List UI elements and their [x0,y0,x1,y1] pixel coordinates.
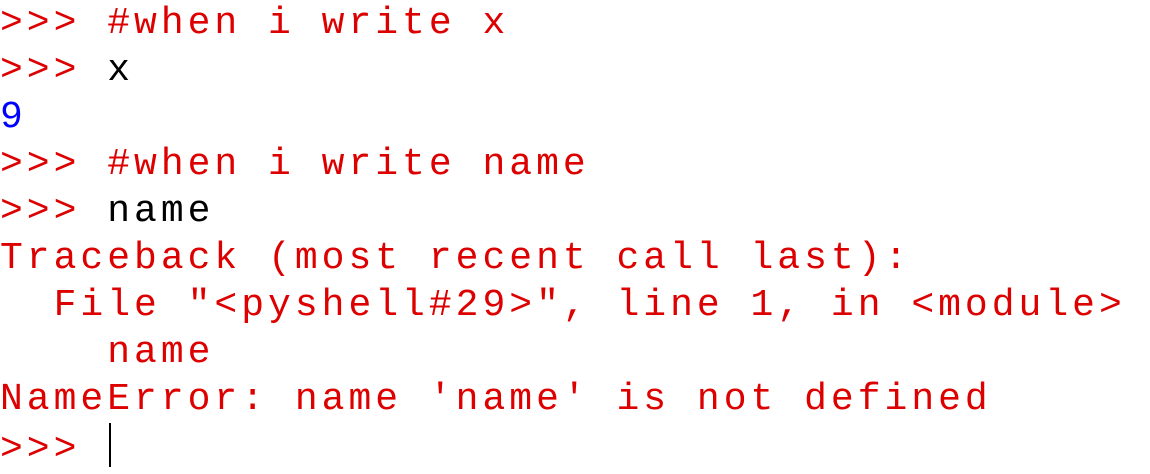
shell-line-comment-name: >>> #when i write name [0,141,1150,188]
text-cursor [109,423,112,467]
traceback-header: Traceback (most recent call last): [0,237,912,280]
shell-line-output: 9 [0,94,1150,141]
output-text: 9 [0,96,27,139]
error-message: NameError: name 'name' is not defined [0,378,992,421]
comment-text: #when i write x [107,2,510,45]
shell-line-input-name: >>> name [0,188,1150,235]
traceback-file-line: File "<pyshell#29>", line 1, in <module> [0,284,1126,327]
prompt: >>> [0,143,108,186]
shell-line-comment-x: >>> #when i write x [0,0,1150,47]
comment-text: #when i write name [107,143,590,186]
prompt: >>> [0,428,108,471]
prompt: >>> [0,49,108,92]
input-text: name [107,190,215,233]
prompt: >>> [0,2,108,45]
shell-line-input-x: >>> x [0,47,1150,94]
traceback-source-line: name [0,331,215,374]
input-text: x [107,49,135,92]
prompt: >>> [0,190,108,233]
shell-line-current-prompt[interactable]: >>> [0,423,1150,471]
python-shell[interactable]: >>> #when i write x >>> x 9 >>> #when i … [0,0,1150,474]
